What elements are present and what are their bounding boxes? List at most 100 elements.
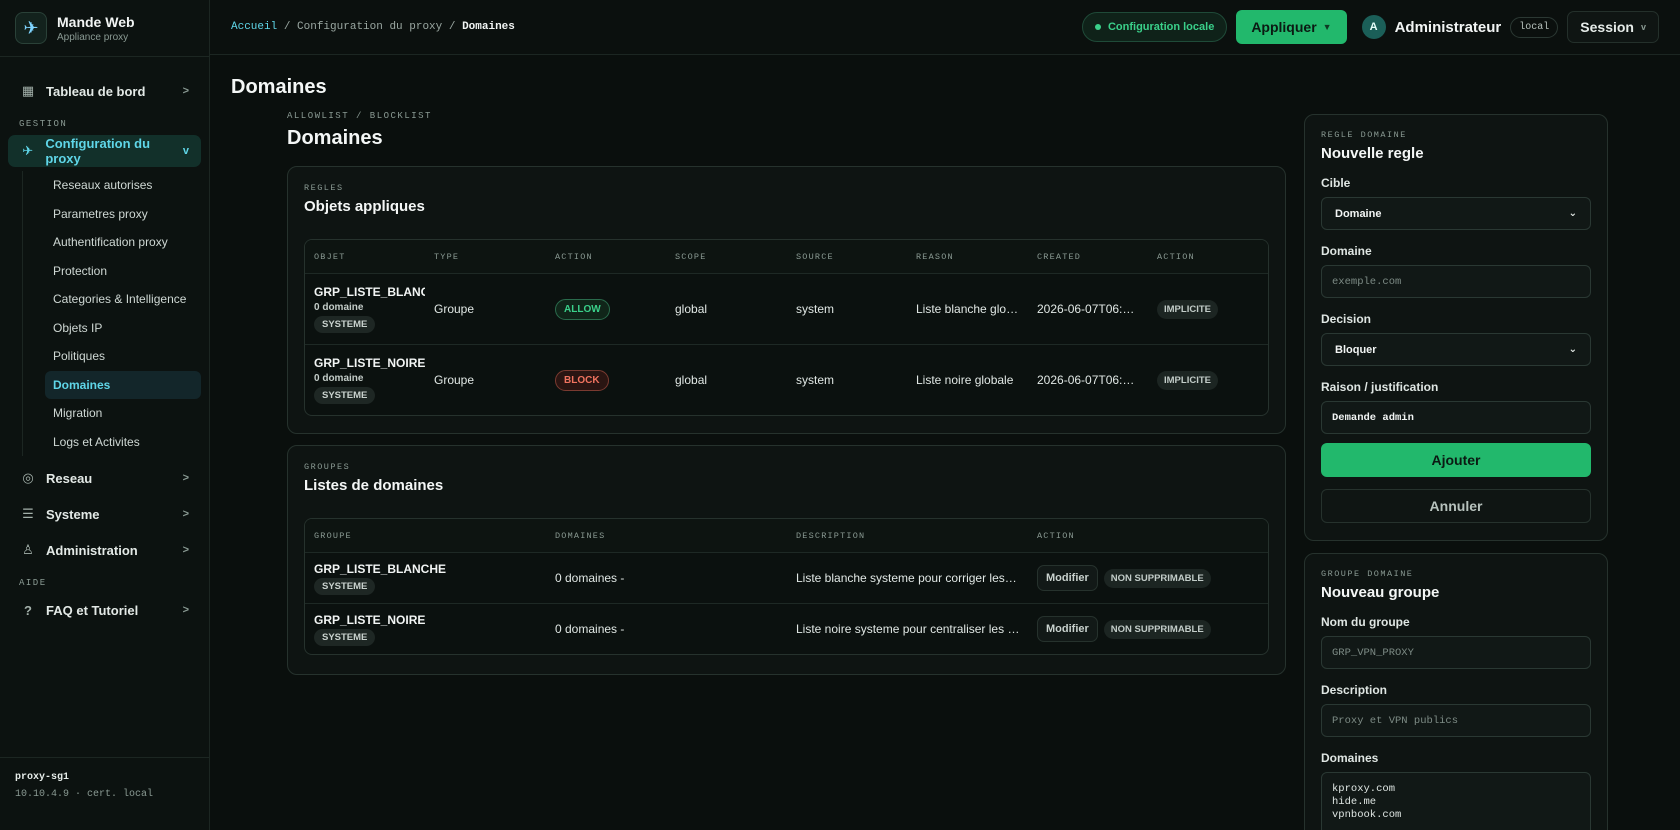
group-form-panel: GROUPE DOMAINE Nouveau groupe Nom du gro… <box>1304 553 1608 830</box>
domains-cell: 0 domaines - <box>555 622 625 636</box>
card-title: Listes de domaines <box>304 477 444 494</box>
sub-item-protection[interactable]: Protection <box>45 257 201 286</box>
reason-input[interactable]: Demande admin <box>1321 401 1591 434</box>
host-info: 10.10.4.9 · cert. local <box>15 789 154 800</box>
scope-cell: global <box>675 373 708 387</box>
object-cell: GRP_LISTE_BLANCHE 0 domaine SYSTEME <box>305 285 425 333</box>
description-cell: Liste noire systeme pour centraliser les… <box>796 622 1028 636</box>
domains-cell: 0 domaines - <box>555 571 625 585</box>
breadcrumb-current: Domaines <box>462 21 515 33</box>
implicit-tag: IMPLICITE <box>1157 370 1218 390</box>
system-tag: SYSTEME <box>314 387 376 404</box>
domain-input[interactable]: exemple.com <box>1321 265 1591 298</box>
edit-button[interactable]: Modifier <box>1037 616 1098 642</box>
reason-cell: Liste noire globale <box>916 373 1014 387</box>
add-button[interactable]: Ajouter <box>1321 443 1591 477</box>
dashboard-icon: ▦ <box>21 83 35 98</box>
apply-button[interactable]: Appliquer ▼ <box>1236 10 1347 44</box>
avatar[interactable]: A <box>1361 15 1386 39</box>
created-cell: 2026-06-07T06:48:12 <box>1037 373 1148 387</box>
object-name: GRP_LISTE_BLANCHE <box>314 285 425 299</box>
sub-item-domaines[interactable]: Domaines <box>45 370 201 399</box>
column-header: DESCRIPTION <box>796 530 866 541</box>
decision-label: Decision <box>1321 312 1372 326</box>
nav-label: Reseau <box>46 470 93 486</box>
table-row[interactable]: GRP_LISTE_NOIRE SYSTEME 0 domaines - Lis… <box>305 603 1268 654</box>
sub-item-objets-ip[interactable]: Objets IP <box>45 314 201 343</box>
session-button[interactable]: Session v <box>1567 11 1659 43</box>
system-tag: SYSTEME <box>314 316 376 333</box>
nav-item-reseau[interactable]: ◎ Reseau > <box>8 462 201 494</box>
nav-item-administration[interactable]: ♙ Administration > <box>8 534 201 566</box>
domain-line: vpnbook.com <box>1332 809 1402 821</box>
system-tag: SYSTEME <box>314 577 376 595</box>
nav-item-faq[interactable]: ? FAQ et Tutoriel > <box>8 594 201 626</box>
panel-kicker: REGLE DOMAINE <box>1321 130 1407 140</box>
sub-item-authentification-proxy[interactable]: Authentification proxy <box>45 228 201 257</box>
group-name: GRP_LISTE_BLANCHE <box>314 561 447 576</box>
breadcrumb-home[interactable]: Accueil <box>231 21 277 33</box>
user-tag: local <box>1510 16 1559 38</box>
sub-item-reseaux-autorises[interactable]: Reseaux autorises <box>45 171 201 200</box>
nav-item-proxy-config[interactable]: ✈ Configuration du proxy v <box>8 135 201 167</box>
action-cell: Modifier NON SUPPRIMABLE <box>1028 565 1268 591</box>
description-input[interactable]: Proxy et VPN publics <box>1321 704 1591 737</box>
sidebar-footer: proxy-sg1 10.10.4.9 · cert. local <box>0 757 210 830</box>
object-name: GRP_LISTE_NOIRE <box>314 356 425 370</box>
group-name: GRP_LISTE_NOIRE <box>314 612 426 627</box>
sub-item-categories[interactable]: Categories & Intelligence <box>45 285 201 314</box>
table-row[interactable]: GRP_LISTE_BLANCHE SYSTEME 0 domaines - L… <box>305 552 1268 603</box>
brand[interactable]: ✈ Mande Web Appliance proxy <box>0 0 209 57</box>
cancel-button[interactable]: Annuler <box>1321 489 1591 523</box>
sub-item-parametres-proxy[interactable]: Parametres proxy <box>45 200 201 229</box>
sub-item-logs[interactable]: Logs et Activites <box>45 428 201 457</box>
edit-button[interactable]: Modifier <box>1037 565 1098 591</box>
sub-item-politiques[interactable]: Politiques <box>45 342 201 371</box>
column-header: TYPE <box>434 251 460 262</box>
state-cell: IMPLICITE <box>1148 370 1268 390</box>
plane-icon: ✈ <box>22 143 34 158</box>
domain-line: hide.me <box>1332 796 1377 808</box>
chevron-down-icon: v <box>1640 22 1646 32</box>
decision-select[interactable]: Bloquer ⌄ <box>1321 333 1591 366</box>
column-header: GROUPE <box>314 530 352 541</box>
state-cell: IMPLICITE <box>1148 299 1268 319</box>
non-deletable-tag: NON SUPPRIMABLE <box>1103 619 1211 639</box>
breadcrumb-proxy[interactable]: Configuration du proxy <box>297 21 442 33</box>
column-header: REASON <box>916 251 954 262</box>
breadcrumb: Accueil / Configuration du proxy / Domai… <box>231 21 515 33</box>
nav-item-systeme[interactable]: ☰ Systeme > <box>8 498 201 530</box>
rule-form-panel: REGLE DOMAINE Nouvelle regle Cible Domai… <box>1304 114 1608 541</box>
table-row[interactable]: GRP_LISTE_NOIRE 0 domaine SYSTEME Groupe… <box>305 344 1268 415</box>
globe-icon: ◎ <box>22 470 34 485</box>
target-value: Domaine <box>1335 207 1382 220</box>
nav-item-dashboard[interactable]: ▦ Tableau de bord > <box>8 75 201 107</box>
table-row[interactable]: GRP_LISTE_BLANCHE 0 domaine SYSTEME Grou… <box>305 273 1268 344</box>
help-icon: ? <box>24 602 32 618</box>
card-title: Objets appliques <box>304 198 425 215</box>
nav-label: Configuration du proxy <box>45 136 151 166</box>
non-deletable-tag: NON SUPPRIMABLE <box>1103 568 1211 588</box>
decision-value: Bloquer <box>1335 343 1377 356</box>
nav-label: FAQ et Tutoriel <box>46 602 139 618</box>
logo-icon: ✈ <box>15 12 47 44</box>
section-gestion: GESTION <box>19 119 68 129</box>
group-name-input[interactable]: GRP_VPN_PROXY <box>1321 636 1591 669</box>
server-icon: ☰ <box>22 506 34 521</box>
table-header: GROUPE DOMAINES DESCRIPTION ACTION <box>305 519 1268 552</box>
chevron-down-icon: ▼ <box>1322 22 1332 32</box>
groups-card: GROUPES Listes de domaines GROUPE DOMAIN… <box>287 445 1286 675</box>
status-label: Configuration locale <box>1107 21 1215 33</box>
domain-label: Domaine <box>1321 244 1372 258</box>
panel-title: Nouvelle regle <box>1321 145 1424 162</box>
sub-item-migration[interactable]: Migration <box>45 399 201 428</box>
host-name: proxy-sg1 <box>15 772 70 783</box>
breadcrumb-separator: / <box>277 21 298 33</box>
page-title: Domaines <box>231 76 327 98</box>
reason-cell: Liste blanche globale <box>916 302 1028 316</box>
target-select[interactable]: Domaine ⌄ <box>1321 197 1591 230</box>
chevron-down-icon: ⌄ <box>1568 344 1577 355</box>
source-cell: system <box>796 373 835 387</box>
domains-textarea[interactable]: kproxy.com hide.me vpnbook.com <box>1321 772 1591 830</box>
card-kicker: GROUPES <box>304 462 351 472</box>
